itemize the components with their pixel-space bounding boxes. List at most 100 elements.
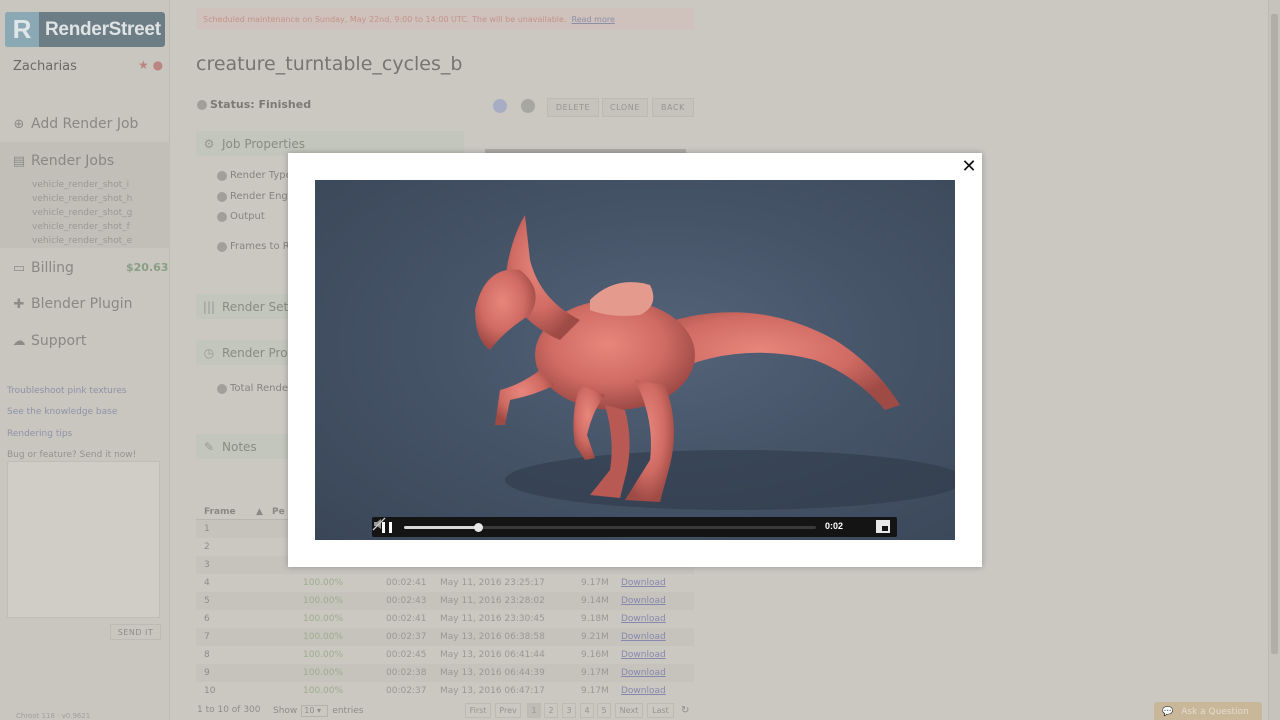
username[interactable]: Zacharias	[13, 59, 77, 74]
cell-frame: 1	[204, 524, 210, 534]
nav-support-label: Support	[31, 333, 87, 349]
help-icon[interactable]	[217, 211, 227, 222]
star-icon[interactable]: ★	[138, 58, 149, 72]
table-row: 8 100.00% 00:02:45 May 13, 2016 06:41:44 9.1…	[196, 646, 694, 664]
nav-billing[interactable]: ▭ Billing	[12, 260, 74, 276]
cell-time: 00:02:45	[386, 650, 427, 660]
table-row: 9 100.00% 00:02:38 May 13, 2016 06:44:39 9.1…	[196, 664, 694, 682]
user-icons[interactable]: ★ ●	[138, 58, 163, 72]
panel-render-settings-title: Render Set	[222, 299, 289, 314]
close-icon[interactable]: ✕	[960, 156, 978, 177]
prop-label: Frames to R	[230, 241, 290, 252]
link-knowledge-base[interactable]: See the knowledge base	[7, 407, 117, 417]
help-icon[interactable]	[217, 241, 227, 252]
download-link[interactable]: Download	[621, 686, 666, 696]
cell-time: 00:02:37	[386, 632, 427, 642]
pager-prev[interactable]: Prev	[495, 703, 521, 718]
delete-button[interactable]: DELETE	[547, 98, 599, 117]
pager-page-2[interactable]: 2	[544, 703, 558, 718]
download-link[interactable]: Download	[621, 632, 666, 642]
help-icon[interactable]	[217, 170, 227, 181]
video-modal: ✕ 0:02	[288, 153, 982, 567]
table-row: 6 100.00% 00:02:41 May 11, 2016 23:30:45 9.1…	[196, 610, 694, 628]
job-link[interactable]: vehicle_render_shot_f	[32, 222, 130, 232]
seek-handle[interactable]	[474, 523, 484, 532]
pager-page-3[interactable]: 3	[562, 703, 576, 718]
page-title: creature_turntable_cycles_b	[196, 53, 463, 75]
download-link[interactable]: Download	[621, 650, 666, 660]
help-icon[interactable]	[217, 383, 227, 394]
pager-page-1[interactable]: 1	[527, 703, 541, 718]
video-player[interactable]: 0:02	[315, 180, 955, 540]
cell-time: 00:02:38	[386, 668, 427, 678]
prop-label: Total Rende	[230, 383, 289, 394]
maintenance-banner: Scheduled maintenance on Sunday, May 22n…	[196, 8, 694, 30]
table-row: 5 100.00% 00:02:43 May 11, 2016 23:28:02 9.1…	[196, 592, 694, 610]
back-button[interactable]: BACK	[652, 98, 694, 117]
job-link[interactable]: vehicle_render_shot_e	[32, 236, 132, 246]
banner-text: Scheduled maintenance on Sunday, May 22n…	[203, 14, 567, 24]
cell-frame: 8	[204, 650, 210, 660]
nav-blender-plugin[interactable]: ✚ Blender Plugin	[12, 296, 133, 312]
nav-billing-label: Billing	[31, 260, 74, 276]
nav-add-render-job[interactable]: ⊕ Add Render Job	[12, 116, 139, 132]
cell-frame: 6	[204, 614, 210, 624]
job-link[interactable]: vehicle_render_shot_i	[32, 180, 129, 190]
cell-time: 00:02:41	[386, 614, 427, 624]
help-icon[interactable]	[197, 99, 207, 110]
nav-render-jobs[interactable]: ▤ Render Jobs	[12, 153, 114, 169]
pager-next[interactable]: Next	[615, 703, 643, 718]
cell-size: 9.16M	[581, 650, 609, 660]
cell-size: 9.21M	[581, 632, 609, 642]
pin-icon[interactable]: ●	[153, 58, 163, 72]
cell-size: 9.17M	[581, 686, 609, 696]
help-icon[interactable]	[217, 191, 227, 202]
scrollbar-thumb[interactable]	[1271, 14, 1278, 654]
job-link[interactable]: vehicle_render_shot_h	[32, 194, 132, 204]
job-link[interactable]: vehicle_render_shot_g	[32, 208, 132, 218]
mute-icon[interactable]	[372, 517, 386, 531]
cell-time: 00:02:41	[386, 578, 427, 588]
cell-size: 9.17M	[581, 578, 609, 588]
read-more-link[interactable]: Read more	[572, 15, 615, 24]
download-link[interactable]: Download	[621, 668, 666, 678]
show-label: Show	[273, 706, 298, 716]
cpu-icon[interactable]	[521, 99, 535, 113]
puzzle-icon: ✚	[13, 296, 25, 312]
cell-percent: 100.00%	[303, 578, 344, 588]
column-percent[interactable]: Pe	[272, 507, 285, 517]
download-link[interactable]: Download	[621, 614, 666, 624]
nav-support[interactable]: ☁ Support	[12, 333, 87, 349]
nav-render-jobs-label: Render Jobs	[31, 153, 115, 169]
send-button[interactable]: SEND IT	[110, 624, 161, 640]
pager-last[interactable]: Last	[647, 703, 674, 718]
download-link[interactable]: Download	[621, 578, 666, 588]
clone-button[interactable]: CLONE	[602, 98, 648, 117]
link-troubleshoot[interactable]: Troubleshoot pink textures	[7, 386, 127, 396]
clock-icon: ◷	[203, 345, 215, 360]
pager-page-5[interactable]: 5	[597, 703, 611, 718]
cell-time: 00:02:43	[386, 596, 427, 606]
pager-page-4[interactable]: 4	[580, 703, 594, 718]
ask-question-button[interactable]: 💬 Ask a Question	[1154, 702, 1262, 720]
feedback-textarea[interactable]	[7, 461, 160, 618]
info-icon[interactable]	[493, 99, 507, 113]
panel-job-properties-title: Job Properties	[222, 136, 305, 151]
page-size-control: Show 10 ▾ entries	[273, 705, 364, 717]
column-frame[interactable]: Frame	[204, 507, 236, 517]
prop-output: Output	[217, 211, 265, 222]
logo[interactable]: R RenderStreet	[5, 12, 165, 47]
page-size-select[interactable]: 10 ▾	[301, 705, 329, 717]
refresh-icon[interactable]: ↻	[681, 705, 689, 716]
page-scrollbar[interactable]	[1268, 0, 1280, 720]
pager-first[interactable]: First	[465, 703, 491, 718]
cell-percent: 100.00%	[303, 668, 344, 678]
seek-progress	[404, 526, 479, 529]
sort-icon[interactable]: ▲	[256, 507, 263, 517]
link-rendering-tips[interactable]: Rendering tips	[7, 429, 72, 439]
prop-label: Render Type	[230, 170, 292, 181]
seek-bar[interactable]	[404, 523, 816, 532]
cell-percent: 100.00%	[303, 650, 344, 660]
download-link[interactable]: Download	[621, 596, 666, 606]
fullscreen-icon[interactable]	[876, 520, 890, 533]
